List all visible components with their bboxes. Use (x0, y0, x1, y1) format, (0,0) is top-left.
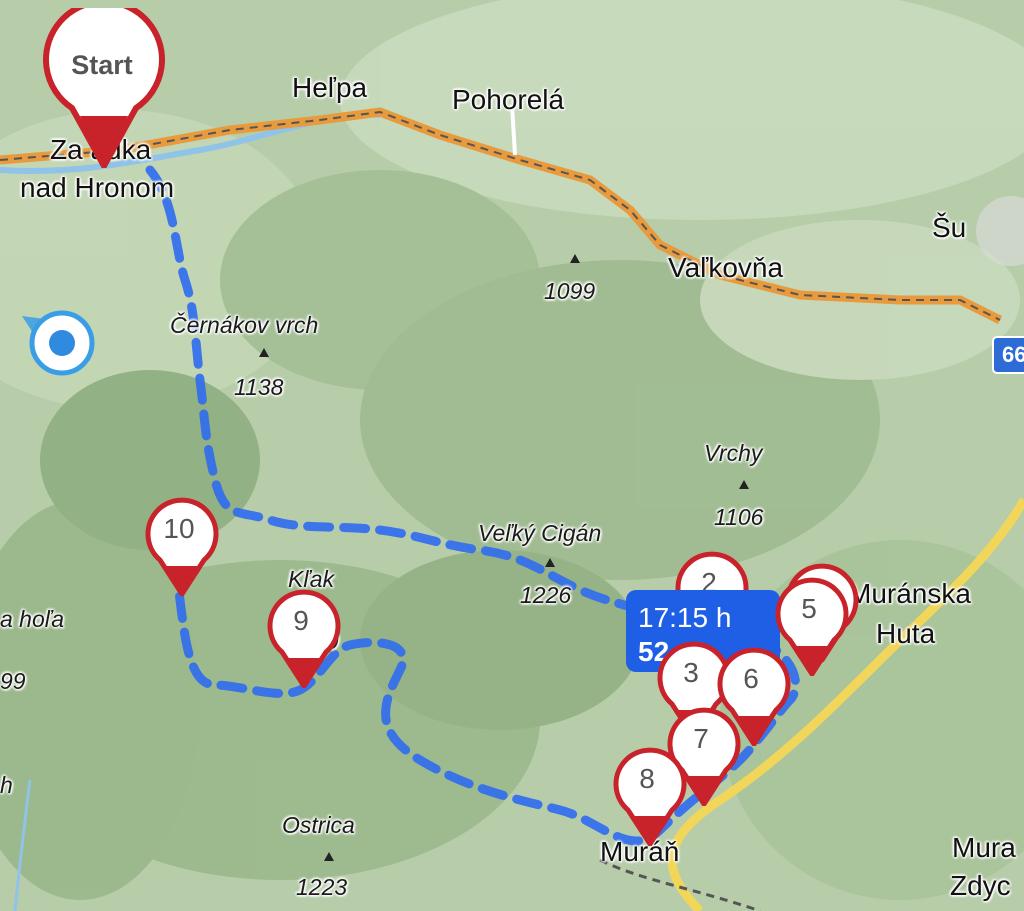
peak-name-vrchy: Vrchy (704, 440, 763, 466)
town-label-nad-hronom: nad Hronom (20, 172, 175, 203)
waypoint-marker-8[interactable]: 8 (612, 746, 688, 849)
waypoint-label-5: 5 (801, 593, 817, 624)
peak-elevation-left-h: h (0, 772, 13, 798)
peak-name-cernakov: Černákov vrch (170, 312, 319, 338)
peak-elevation-left-99: 99 (0, 668, 26, 694)
route-time: 17:15 h (638, 602, 732, 633)
current-location-icon[interactable] (22, 310, 96, 376)
peak-marker-icon (739, 480, 749, 489)
waypoint-marker-10[interactable]: 10 (144, 496, 220, 599)
peak-elevation-1138: 1138 (234, 374, 284, 400)
town-label-huta: Huta (876, 618, 936, 649)
waypoint-label-10: 10 (163, 513, 195, 544)
start-marker-label: Start (71, 49, 133, 80)
peak-marker-icon (324, 852, 334, 861)
waypoint-marker-9[interactable]: 9 (266, 588, 342, 691)
town-label-sumiac: Šu (932, 212, 967, 243)
peak-marker-icon (545, 558, 555, 567)
peak-marker-icon (259, 348, 269, 357)
town-label-pohorela: Pohorelá (452, 84, 565, 115)
town-label-mura-right: Mura (952, 832, 1016, 863)
peak-elevation-1106: 1106 (714, 504, 764, 530)
peak-name-ostrica: Ostrica (282, 812, 355, 838)
peak-elevation-1099: 1099 (544, 278, 596, 304)
peak-label-hola: a hoľa (0, 606, 65, 632)
start-marker[interactable]: Start (42, 0, 166, 173)
waypoint-label-6: 6 (743, 663, 759, 694)
town-label-valkovna: Vaľkovňa (668, 252, 784, 283)
town-label-zdyc: Zdyc (950, 870, 1011, 901)
waypoint-label-8: 8 (639, 763, 655, 794)
peak-name-velky-cigan: Veľký Cigán (478, 520, 602, 546)
waypoint-label-9: 9 (293, 605, 309, 636)
town-label-muranska: Muránska (848, 578, 971, 609)
peak-marker-icon (570, 254, 580, 263)
town-label-helpa: Heľpa (292, 72, 368, 103)
peak-elevation-1223: 1223 (296, 874, 348, 900)
road-shield-66: 66 (992, 336, 1024, 374)
peak-elevation-1226: 1226 (520, 582, 572, 608)
